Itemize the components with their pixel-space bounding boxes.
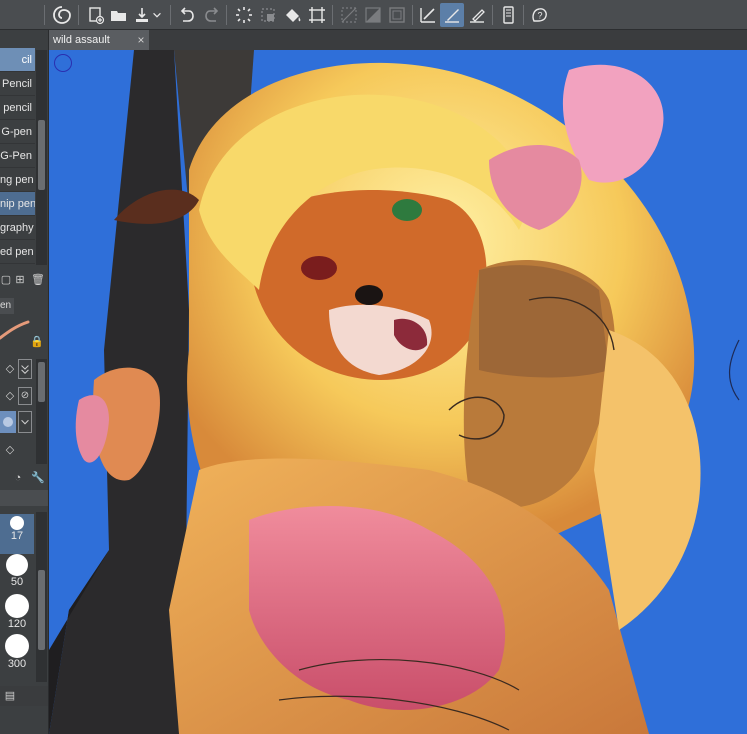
trash-icon[interactable]: 🗑 <box>31 274 45 286</box>
property-scroll-thumb[interactable] <box>38 362 45 402</box>
spin-arrows-icon[interactable]: ◇ <box>4 444 16 456</box>
brush-item[interactable]: nip pen <box>0 192 35 216</box>
command-bar: ? <box>0 0 747 30</box>
toolbar-separator <box>170 5 171 25</box>
toolbar-separator <box>492 5 493 25</box>
opacity-dynamics-button[interactable]: ⊘ <box>18 387 32 405</box>
blend-mode-selector[interactable] <box>0 411 16 433</box>
lock-icon[interactable]: 🔒 <box>30 336 44 348</box>
toolbar-separator <box>226 5 227 25</box>
copy-subtool-icon[interactable]: ▢ <box>0 274 12 286</box>
save-dropdown-chevron-icon[interactable] <box>150 3 164 27</box>
toolbar-separator <box>412 5 413 25</box>
device-icon[interactable] <box>496 3 520 27</box>
brush-size-label: 300 <box>7 658 27 670</box>
close-tab-icon[interactable]: × <box>135 30 147 50</box>
settings-icon[interactable]: ▤ <box>4 690 16 702</box>
brush-stroke-preview <box>0 316 30 346</box>
toolbar-separator <box>78 5 79 25</box>
open-file-icon[interactable] <box>107 3 131 27</box>
brush-item[interactable]: cil <box>0 48 35 72</box>
wrench-icon[interactable]: 🔧 <box>31 472 45 484</box>
help-icon[interactable]: ? <box>528 3 552 27</box>
document-tab-title: wild assault <box>53 34 110 46</box>
redo-icon[interactable] <box>200 3 224 27</box>
invert-icon[interactable] <box>361 3 385 27</box>
new-canvas-icon[interactable] <box>84 3 108 27</box>
brush-size-preview-dot <box>10 516 24 530</box>
toolbar-separator <box>332 5 333 25</box>
blend-mode-dropdown-icon[interactable] <box>18 411 32 433</box>
pen-tool-active-icon[interactable] <box>440 3 464 27</box>
undo-icon[interactable] <box>175 3 199 27</box>
brush-item[interactable]: graphy <box>0 216 35 240</box>
brush-size-preview-dot <box>5 634 29 658</box>
document-tab-bar: wild assault × <box>49 30 747 50</box>
brush-size-option[interactable]: 300 <box>0 634 34 674</box>
brush-item[interactable]: pencil <box>0 96 35 120</box>
toolbar-separator <box>44 5 45 25</box>
size-dynamics-button[interactable] <box>18 359 32 379</box>
document-tab[interactable]: wild assault <box>49 30 149 50</box>
brush-item[interactable]: ed pen <box>0 240 35 264</box>
fill-icon[interactable] <box>281 3 305 27</box>
spin-arrows-icon[interactable]: ◇ <box>4 390 16 402</box>
new-subtool-icon[interactable]: ⊞ <box>14 274 26 286</box>
brush-size-label: 50 <box>10 576 24 588</box>
brush-list-scroll-thumb[interactable] <box>38 120 45 190</box>
brush-item[interactable]: G-Pen <box>0 144 35 168</box>
brush-size-preview-dot <box>5 594 29 618</box>
drawing-canvas[interactable] <box>49 50 747 734</box>
brush-size-label: 17 <box>10 530 24 542</box>
brush-size-label: 120 <box>7 618 27 630</box>
brush-size-option[interactable]: 50 <box>0 554 34 594</box>
brush-size-preview-dot <box>6 554 28 576</box>
brush-size-option[interactable]: 17 <box>0 514 34 554</box>
size-panel-footer: ▤ <box>0 686 48 706</box>
brush-size-tab[interactable] <box>0 490 48 506</box>
toolbar-separator <box>523 5 524 25</box>
line-tool-icon[interactable] <box>416 3 440 27</box>
tool-property-tab[interactable]: en <box>0 298 14 314</box>
clock-icon[interactable]: ◔ <box>12 472 24 484</box>
brush-cursor-ring <box>54 54 72 72</box>
svg-text:?: ? <box>538 11 543 21</box>
border-icon[interactable] <box>385 3 409 27</box>
brush-item[interactable]: G-pen <box>0 120 35 144</box>
brush-item[interactable]: ng pen <box>0 168 35 192</box>
clip-studio-icon[interactable] <box>50 3 74 27</box>
spin-arrows-icon[interactable]: ◇ <box>4 363 16 375</box>
artwork-image <box>49 50 747 734</box>
brush-item[interactable]: Pencil <box>0 72 35 96</box>
clear-icon[interactable] <box>337 3 361 27</box>
transform-icon[interactable] <box>256 3 280 27</box>
loading-icon[interactable] <box>232 3 256 27</box>
selection-icon[interactable] <box>305 3 329 27</box>
clip-studio-window: ? cil Pencil pencil G-pen G-Pen ng pen nip pen… <box>0 0 747 734</box>
eraser-tool-icon[interactable] <box>465 3 489 27</box>
size-list-scroll-thumb[interactable] <box>38 570 45 650</box>
sub-tool-panel: cil Pencil pencil G-pen G-Pen ng pen nip pen gr… <box>0 30 49 734</box>
brush-size-option[interactable]: 120 <box>0 594 34 634</box>
